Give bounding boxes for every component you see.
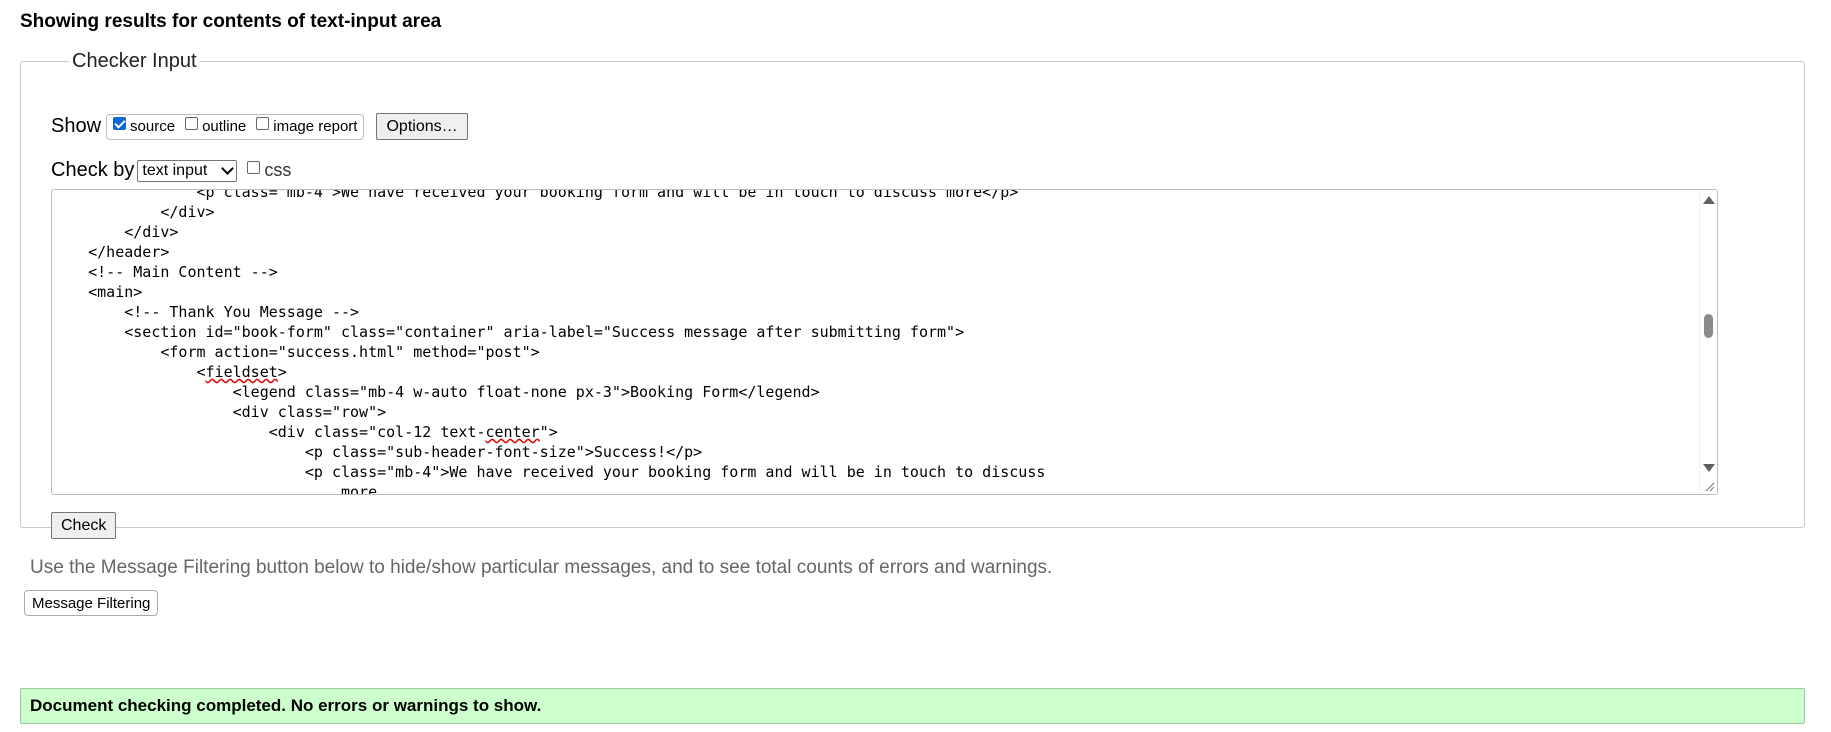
image-report-label: image report — [273, 118, 358, 135]
css-label: css — [264, 160, 292, 180]
code-line: more — [52, 483, 378, 495]
code-line: <p class="mb-4">We have received your bo… — [52, 189, 1019, 201]
code-line: <!-- Thank You Message --> — [52, 303, 360, 321]
outline-checkbox[interactable] — [185, 117, 199, 130]
code-line: <form action="success.html" method="post… — [52, 343, 540, 361]
spelling-underline: fieldset — [205, 363, 278, 381]
spelling-underline: center — [485, 423, 540, 441]
checker-input-legend: Checker Input — [72, 50, 197, 72]
image-report-checkbox[interactable] — [256, 117, 270, 130]
check-by-label: Check by — [51, 159, 135, 181]
scrollbar-thumb[interactable] — [1704, 314, 1713, 338]
source-checkbox[interactable] — [113, 117, 127, 130]
outline-label: outline — [202, 118, 247, 135]
source-code: <p class="mb-4">We have received your bo… — [52, 189, 1046, 495]
css-checkbox[interactable] — [247, 161, 261, 174]
code-line-text-center: <div class="col-12 text-center"> — [52, 423, 558, 441]
source-label: source — [130, 118, 176, 135]
show-source-option[interactable]: source — [113, 117, 176, 135]
code-line: </header> — [52, 243, 170, 261]
css-option[interactable]: css — [247, 160, 291, 181]
code-line: <p class="mb-4">We have received your bo… — [52, 463, 1046, 481]
scroll-down-arrow-icon[interactable] — [1703, 464, 1715, 472]
chevron-down-icon — [221, 162, 235, 175]
show-options-group: source outline image report — [106, 113, 365, 140]
show-row: Show source outline image report Options… — [51, 113, 468, 140]
code-line: <!-- Main Content --> — [52, 263, 278, 281]
results-title: Showing results for contents of text-inp… — [20, 11, 442, 32]
code-line: <p class="sub-header-font-size">Success!… — [52, 443, 703, 461]
show-outline-option[interactable]: outline — [185, 117, 247, 135]
code-line: </div> — [52, 223, 179, 241]
check-by-row: Check by text input css — [51, 159, 291, 182]
code-line-fieldset: <fieldset> — [52, 363, 287, 381]
textarea-scrollbar[interactable] — [1699, 190, 1717, 494]
checker-input-fieldset: Checker Input Show source outline image … — [20, 50, 1805, 539]
resize-grip-icon[interactable] — [1705, 482, 1715, 492]
show-image-report-option[interactable]: image report — [256, 117, 358, 135]
message-filtering-button[interactable]: Message Filtering — [24, 590, 159, 616]
code-line: <div class="row"> — [52, 403, 387, 421]
check-by-value: text input — [142, 161, 208, 179]
status-success-message: Document checking completed. No errors o… — [20, 688, 1805, 724]
check-by-select[interactable]: text input — [137, 159, 238, 182]
scroll-up-arrow-icon[interactable] — [1703, 196, 1715, 204]
options-button[interactable]: Options… — [376, 113, 468, 140]
show-label: Show — [51, 115, 102, 137]
code-line: </div> — [52, 203, 215, 221]
code-line: <main> — [52, 283, 143, 301]
check-button[interactable]: Check — [51, 512, 117, 539]
message-filtering-hint: Use the Message Filtering button below t… — [30, 557, 1053, 578]
source-textarea[interactable]: <p class="mb-4">We have received your bo… — [51, 189, 1718, 495]
code-line: <legend class="mb-4 w-auto float-none px… — [52, 383, 820, 401]
code-line: <section id="book-form" class="container… — [52, 323, 965, 341]
